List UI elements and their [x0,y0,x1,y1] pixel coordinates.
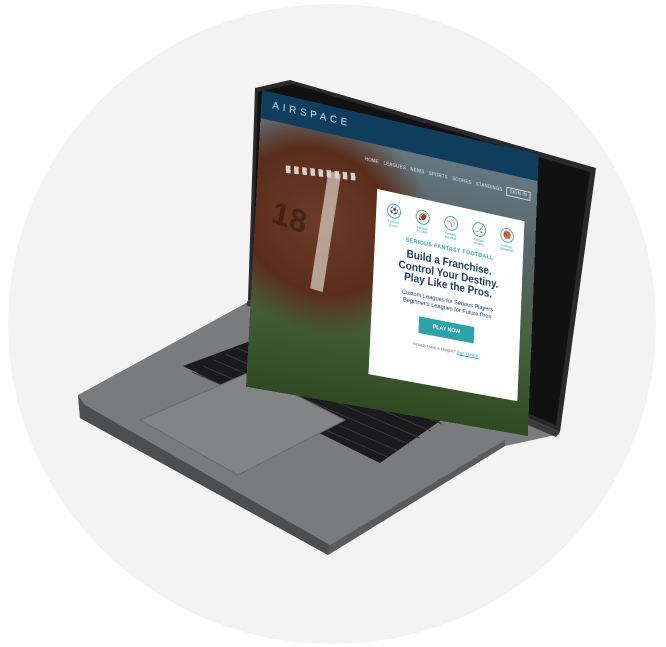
baseball-icon: ⚾ [443,214,459,233]
laptop-screen: 18 AIRSPACE HOME LEAGUES NEWS SPORTS SCO… [246,90,539,437]
play-now-button[interactable]: PLAY NOW [418,316,475,344]
sign-in-link[interactable]: Sign In Here [457,350,479,359]
nav-home[interactable]: HOME [365,157,380,166]
sport-football[interactable]: 🏈 Fantasy Football [412,208,434,236]
football-icon: 🏈 [415,208,430,227]
hockey-icon: 🏒 [472,220,487,239]
sport-hockey[interactable]: 🏒 Fantasy Hockey [468,220,489,248]
basketball-icon: 🏀 [500,226,515,245]
sport-label: Fantasy Hockey [473,237,485,247]
sport-baseball[interactable]: ⚾ Fantasy Baseball [440,214,462,242]
sport-label: Fantasy Football [416,225,428,235]
sport-label: Fantasy Basketball [499,243,514,254]
sport-basketball[interactable]: 🏀 Fantasy Basketball [496,226,517,254]
soccer-ball-icon: ⚽ [386,202,402,220]
sport-label: Fantasy Baseball [444,231,457,241]
sport-soccer[interactable]: ⚽ Fantasy Soccer [383,201,405,229]
hero-card: ⚽ Fantasy Soccer 🏈 Fantasy Football ⚾ Fa… [368,188,525,402]
sport-label: Fantasy Soccer [387,219,399,229]
footer-text: Already Have a League? [412,341,456,354]
nav-news[interactable]: NEWS [410,167,424,176]
